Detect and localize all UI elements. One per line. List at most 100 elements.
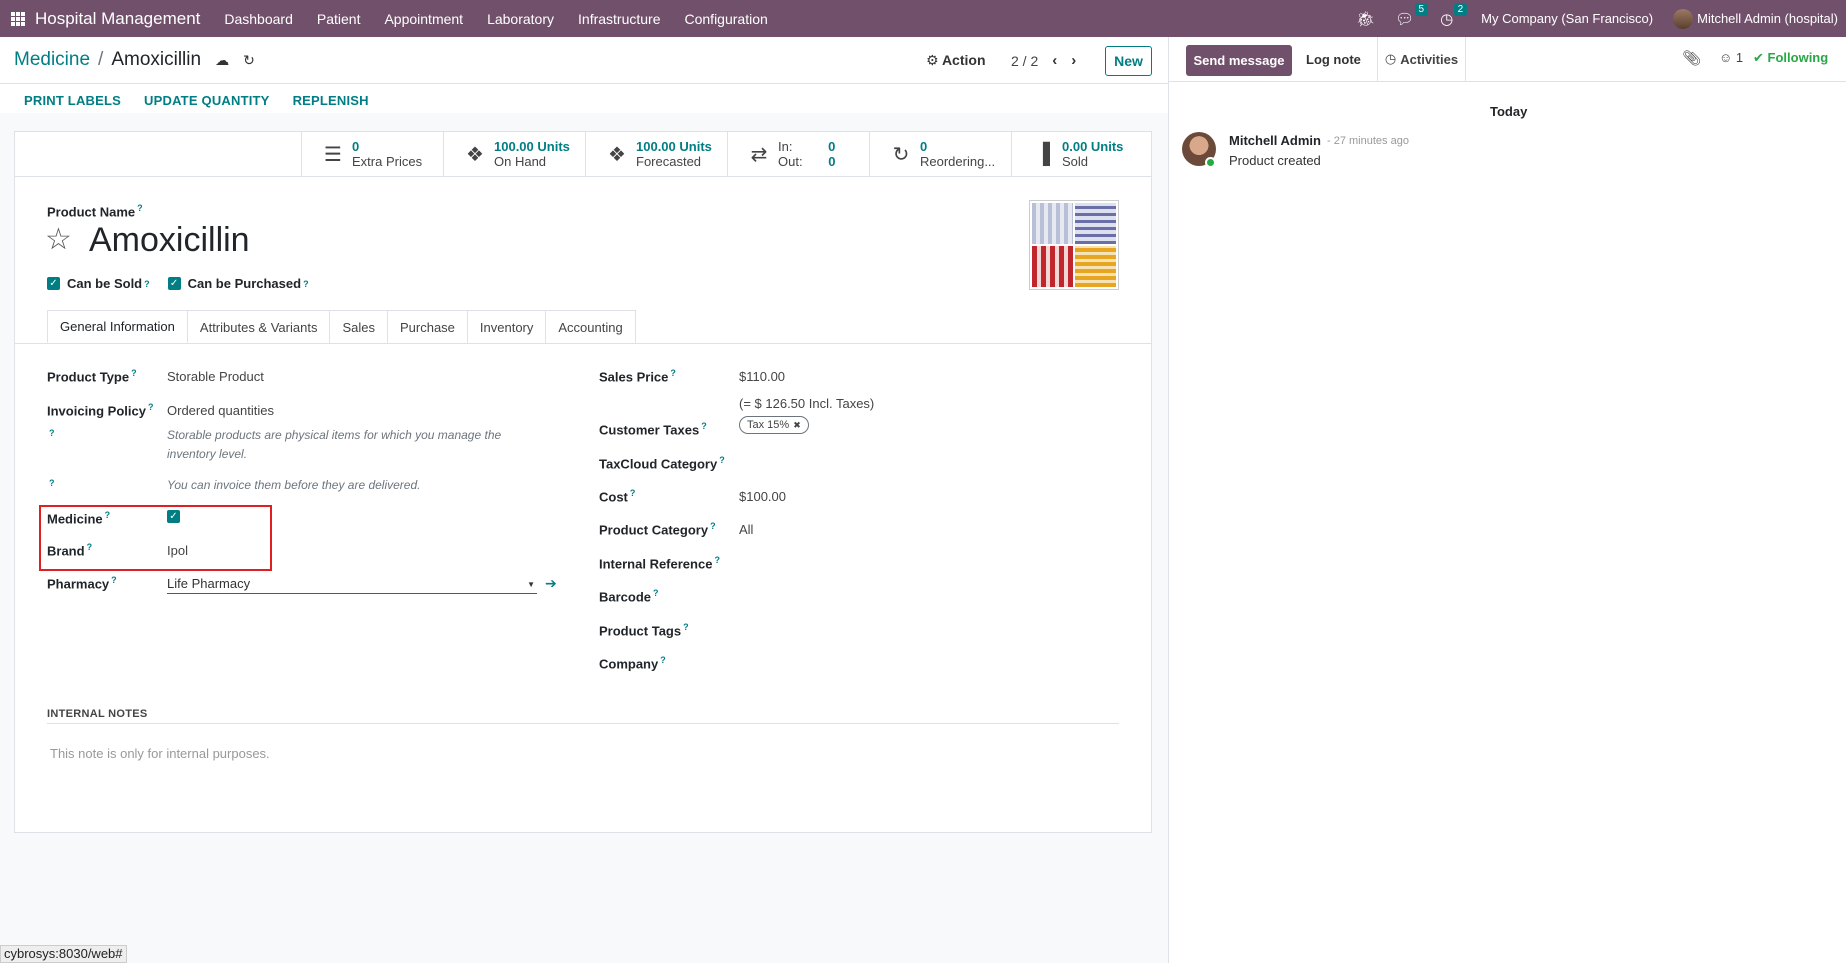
tab-purchase[interactable]: Purchase (386, 310, 468, 343)
on-hand-button[interactable]: ❖ 100.00 Units On Hand (443, 132, 585, 176)
favorite-star-icon[interactable]: ☆ (45, 222, 72, 257)
help-tooltip-icon[interactable]: ? (49, 478, 55, 488)
checkbox-checked-icon[interactable]: ✓ (167, 277, 181, 290)
chevron-right-icon[interactable]: › (1071, 52, 1076, 69)
smart-value: 0 (352, 139, 360, 154)
message-author[interactable]: Mitchell Admin (1229, 133, 1321, 148)
forecasted-button[interactable]: ❖ 100.00 Units Forecasted (585, 132, 727, 176)
help-tooltip-icon[interactable]: ? (670, 368, 676, 378)
caret-down-icon[interactable]: ▼ (527, 580, 535, 589)
product-name-label: Product Name? (47, 203, 143, 219)
cubes-icon: ❖ (608, 143, 626, 166)
list-icon: ☰ (324, 143, 342, 166)
online-status-icon (1205, 157, 1216, 168)
help-tooltip-icon[interactable]: ? (111, 575, 117, 585)
replenish-button[interactable]: REPLENISH (293, 93, 369, 108)
internal-link-arrow-icon[interactable]: ➔ (545, 575, 557, 592)
label-text: Product Type (47, 369, 130, 385)
help-tooltip-icon[interactable]: ? (303, 279, 309, 289)
product-flags: ✓ Can be Sold? ✓ Can be Purchased? (47, 276, 327, 291)
invoicing-policy-select[interactable]: Ordered quantities (167, 403, 274, 418)
activities-button[interactable]: ◷ Activities (1377, 37, 1466, 81)
in-label: In: (778, 139, 793, 154)
debug-bug-icon[interactable]: 🐞︎ (1356, 10, 1375, 28)
cloud-save-icon[interactable]: ☁ (215, 52, 229, 69)
taxcloud-category-label: TaxCloud Category? (599, 455, 725, 471)
menu-configuration[interactable]: Configuration (685, 11, 768, 27)
followers-button[interactable]: ☺ 1 (1719, 50, 1743, 65)
can-be-sold-checkbox[interactable]: ✓ Can be Sold? (47, 276, 150, 291)
can-be-purchased-checkbox[interactable]: ✓ Can be Purchased? (167, 276, 309, 291)
tab-attributes-variants[interactable]: Attributes & Variants (186, 310, 331, 343)
pharmacy-input[interactable]: Life Pharmacy ▼ (167, 576, 537, 594)
user-menu[interactable]: Mitchell Admin (hospital) (1673, 8, 1838, 29)
activities-badge: 2 (1453, 2, 1468, 16)
in-out-button[interactable]: ⇄ In: 0 Out: 0 (727, 132, 869, 176)
company-switcher[interactable]: My Company (San Francisco) (1481, 11, 1653, 26)
help-tooltip-icon[interactable]: ? (701, 421, 707, 431)
apps-menu-icon[interactable] (11, 11, 25, 26)
menu-dashboard[interactable]: Dashboard (224, 11, 293, 27)
pager-value[interactable]: 2 / 2 (1011, 53, 1038, 69)
menu-appointment[interactable]: Appointment (384, 11, 463, 27)
tax-tag[interactable]: Tax 15% ✖ (739, 416, 809, 434)
paperclip-icon[interactable]: 📎︎ (1682, 49, 1701, 67)
date-separator: Today (1490, 104, 1528, 119)
pharmacy-label: Pharmacy? (47, 575, 117, 591)
breadcrumb-parent[interactable]: Medicine (14, 49, 90, 71)
help-tooltip-icon[interactable]: ? (683, 622, 689, 632)
checkbox-checked-icon[interactable]: ✓ (47, 277, 60, 290)
help-tooltip-icon[interactable]: ? (131, 368, 137, 378)
help-tooltip-icon[interactable]: ? (710, 521, 716, 531)
help-tooltip-icon[interactable]: ? (137, 203, 143, 213)
product-image[interactable] (1029, 200, 1119, 290)
pager: 2 / 2 ‹ › (1011, 52, 1076, 69)
chevron-left-icon[interactable]: ‹ (1052, 52, 1057, 69)
image-tile (1032, 246, 1073, 287)
help-tooltip-icon[interactable]: ? (148, 402, 154, 412)
help-tooltip-icon[interactable]: ? (630, 488, 636, 498)
help-tooltip-icon[interactable]: ? (660, 655, 666, 665)
help-tooltip-icon[interactable]: ? (714, 555, 720, 565)
remove-tag-icon[interactable]: ✖ (793, 420, 801, 431)
cost-field[interactable]: $100.00 (739, 489, 786, 504)
menu-patient[interactable]: Patient (317, 11, 361, 27)
update-quantity-button[interactable]: UPDATE QUANTITY (144, 93, 270, 108)
product-type-select[interactable]: Storable Product (167, 369, 264, 384)
extra-prices-button[interactable]: ☰ 0 Extra Prices (301, 132, 443, 176)
discard-undo-icon[interactable]: ↻ (243, 52, 255, 69)
new-button[interactable]: New (1105, 46, 1152, 76)
sales-price-field[interactable]: $110.00 (739, 369, 785, 384)
help-tooltip-icon[interactable]: ? (719, 455, 725, 465)
help-tooltip-icon[interactable]: ? (144, 279, 150, 289)
menu-infrastructure[interactable]: Infrastructure (578, 11, 660, 27)
tab-sales[interactable]: Sales (329, 310, 388, 343)
menu-laboratory[interactable]: Laboratory (487, 11, 554, 27)
activities-clock-icon[interactable]: ◷ 2 (1440, 2, 1468, 28)
print-labels-button[interactable]: PRINT LABELS (24, 93, 121, 108)
product-category-field[interactable]: All (739, 522, 753, 537)
action-button[interactable]: ⚙ Action (926, 52, 986, 69)
reordering-button[interactable]: ↻ 0 Reordering... (869, 132, 1011, 176)
product-name-field[interactable]: Amoxicillin (89, 221, 250, 260)
sold-button[interactable]: ▐ 0.00 Units Sold (1011, 132, 1151, 176)
can-be-sold-label: Can be Sold (67, 276, 143, 291)
user-icon: ☺ (1719, 50, 1733, 65)
tab-general-information[interactable]: General Information (47, 310, 188, 343)
smart-label: Reordering... (920, 154, 996, 169)
label-text: Cost (599, 489, 628, 505)
divider (0, 83, 1168, 84)
chatter-panel: Send message Log note ◷ Activities 📎︎ ☺ 1… (1168, 37, 1846, 963)
log-note-button[interactable]: Log note (1306, 52, 1361, 67)
send-message-button[interactable]: Send message (1186, 45, 1292, 76)
help-tooltip-icon[interactable]: ? (49, 428, 55, 438)
help-tooltip-icon[interactable]: ? (653, 588, 659, 598)
tab-inventory[interactable]: Inventory (466, 310, 547, 343)
internal-notes-field[interactable]: This note is only for internal purposes. (50, 746, 270, 761)
app-title[interactable]: Hospital Management (35, 9, 200, 29)
cubes-icon: ❖ (466, 143, 484, 166)
messages-icon[interactable]: 💬︎ 5 (1395, 2, 1429, 28)
following-button[interactable]: ✔ Following (1753, 50, 1828, 66)
divider (47, 723, 1119, 724)
tab-accounting[interactable]: Accounting (545, 310, 636, 343)
